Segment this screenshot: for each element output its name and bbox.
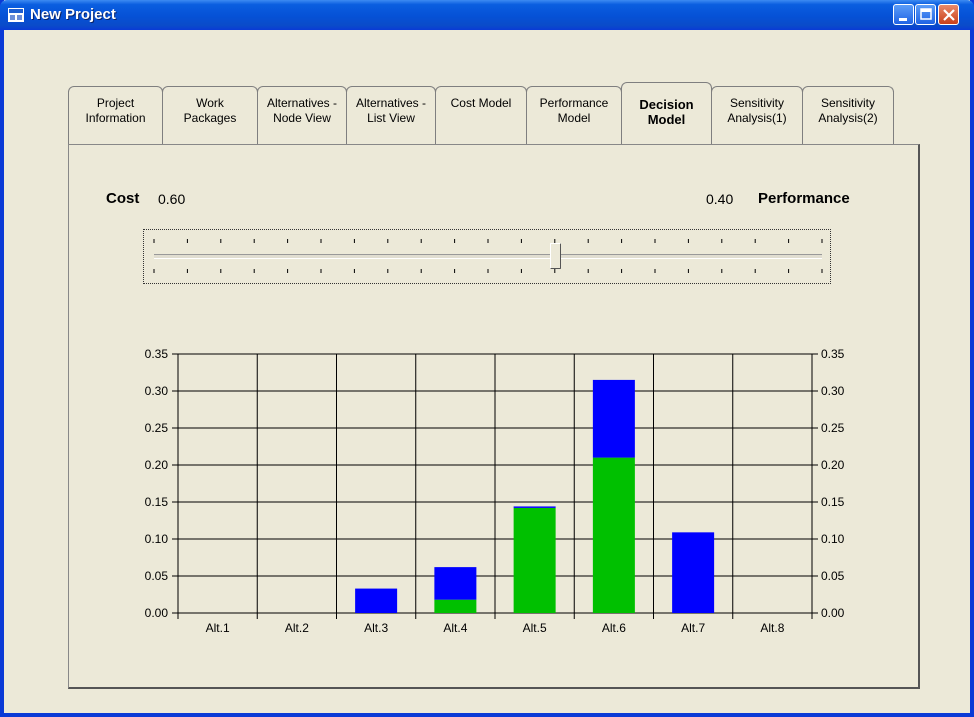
x-tick-label: Alt.8: [760, 621, 784, 635]
tab-label: Alternatives - Node View: [266, 96, 338, 125]
performance-weight-value: 0.40: [706, 191, 734, 207]
tab-label: Cost Model: [450, 96, 512, 110]
tab-label: Alternatives - List View: [355, 96, 427, 125]
slider-thumb[interactable]: [549, 243, 561, 269]
tab-cost-model[interactable]: Cost Model: [435, 86, 527, 146]
tab-work-packages[interactable]: Work Packages: [162, 86, 258, 146]
y-tick-label-right: 0.20: [821, 458, 845, 472]
close-icon: [943, 9, 955, 21]
tab-label: Performance Model: [539, 96, 609, 125]
bar-segment-series-2: [513, 506, 556, 508]
x-tick-label: Alt.4: [443, 621, 467, 635]
x-tick-label: Alt.6: [602, 621, 626, 635]
bar-segment-series-2: [672, 532, 715, 613]
x-tick-label: Alt.1: [206, 621, 230, 635]
bar-segment-series-2: [434, 567, 477, 600]
x-tick-label: Alt.5: [523, 621, 547, 635]
maximize-button[interactable]: [915, 4, 936, 25]
title-bar[interactable]: New Project: [0, 0, 974, 30]
tab-decision-model[interactable]: Decision Model: [621, 82, 712, 144]
tab-sensitivity-analysis-2[interactable]: Sensitivity Analysis(2): [802, 86, 894, 146]
window-title: New Project: [30, 6, 116, 23]
y-tick-label-right: 0.15: [821, 495, 845, 509]
slider-track[interactable]: [154, 254, 822, 259]
y-tick-label-left: 0.05: [145, 569, 169, 583]
tab-label: Sensitivity Analysis(1): [727, 96, 787, 125]
tab-sensitivity-analysis-1[interactable]: Sensitivity Analysis(1): [711, 86, 803, 146]
bar-segment-series-1: [434, 599, 477, 613]
y-tick-label-right: 0.25: [821, 421, 845, 435]
y-tick-label-right: 0.10: [821, 532, 845, 546]
x-tick-label: Alt.7: [681, 621, 705, 635]
bar-segment-series-2: [592, 379, 635, 458]
tab-project-information[interactable]: Project Information: [68, 86, 163, 146]
cost-weight-value: 0.60: [158, 191, 186, 207]
x-tick-label: Alt.3: [364, 621, 388, 635]
tab-alternatives-node-view[interactable]: Alternatives - Node View: [257, 86, 347, 146]
performance-weight-label: Performance: [758, 190, 850, 207]
maximize-icon: [920, 8, 932, 20]
tab-alternatives-list-view[interactable]: Alternatives - List View: [346, 86, 436, 146]
tab-label: Work Packages: [183, 96, 237, 125]
cost-weight-label: Cost: [106, 190, 140, 207]
y-tick-label-right: 0.00: [821, 606, 845, 620]
tab-performance-model[interactable]: Performance Model: [526, 86, 622, 146]
bar-segment-series-1: [592, 457, 635, 613]
y-tick-label-left: 0.10: [145, 532, 169, 546]
y-tick-label-left: 0.20: [145, 458, 169, 472]
minimize-button[interactable]: [893, 4, 914, 25]
tab-label: Project Information: [85, 96, 146, 125]
app-icon: [8, 8, 24, 22]
decision-bar-chart: 0.00 0.00 0.05 0.05 0.10 0.10 0.15 0.15 0.20 0.20…: [145, 347, 845, 635]
tab-strip: Project Information Work Packages Alternat…: [68, 82, 920, 146]
close-button[interactable]: [938, 4, 959, 25]
y-tick-label-right: 0.35: [821, 347, 845, 361]
tab-label: Decision Model: [639, 97, 694, 127]
tab-label: Sensitivity Analysis(2): [818, 96, 878, 125]
y-tick-label-left: 0.35: [145, 347, 169, 361]
y-tick-label-left: 0.25: [145, 421, 169, 435]
weight-slider[interactable]: [143, 229, 831, 284]
x-tick-label: Alt.2: [285, 621, 309, 635]
y-tick-label-left: 0.15: [145, 495, 169, 509]
y-tick-label-right: 0.30: [821, 384, 845, 398]
y-tick-label-right: 0.05: [821, 569, 845, 583]
y-tick-label-left: 0.00: [145, 606, 169, 620]
minimize-icon: [899, 18, 907, 21]
bar-segment-series-2: [355, 588, 398, 613]
bar-segment-series-1: [513, 507, 556, 613]
y-tick-label-left: 0.30: [145, 384, 169, 398]
